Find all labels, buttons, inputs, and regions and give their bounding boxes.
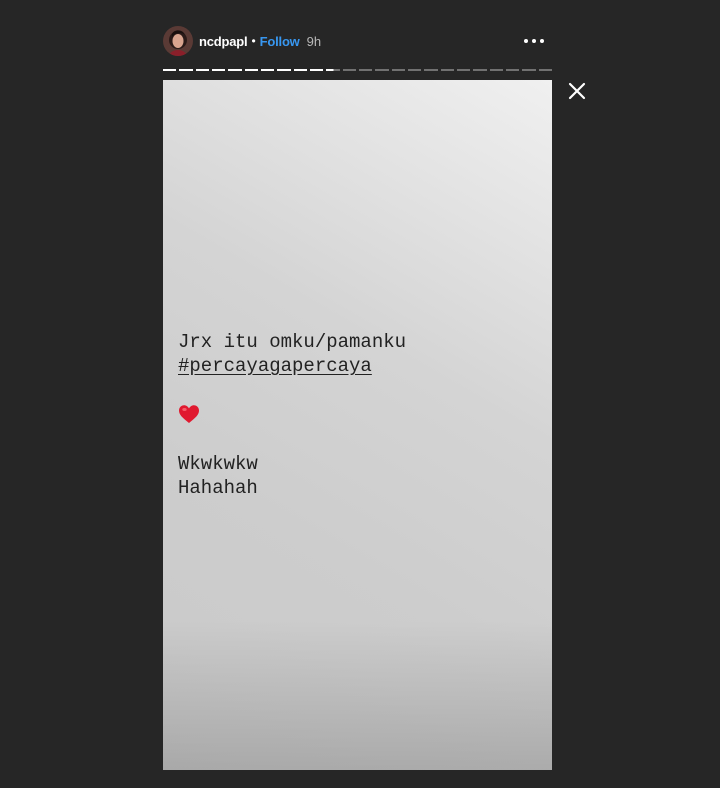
progress-segment [163,69,177,71]
progress-segment [293,69,307,71]
progress-segment [326,69,340,71]
story-text-block: Jrx itu omku/pamanku #percayagapercaya W… [178,330,406,500]
progress-segment [309,69,324,71]
progress-segment [228,69,242,71]
progress-segment [277,69,291,71]
separator-dot: • [251,34,256,48]
progress-segment [179,69,193,71]
follow-button[interactable]: Follow [260,34,300,49]
progress-segment [456,69,471,71]
avatar[interactable] [163,26,193,56]
story-text-line: Jrx itu omku/pamanku [178,331,407,353]
progress-segment [522,69,536,71]
progress-segment [407,69,422,71]
username[interactable]: ncdpapl [199,34,248,49]
story-hashtag[interactable]: #percayagapercaya [178,354,406,378]
story-content[interactable]: Jrx itu omku/pamanku #percayagapercaya W… [163,80,552,770]
more-options-icon[interactable] [522,32,546,50]
progress-segment [375,69,389,71]
progress-segment [538,69,552,71]
progress-segment [424,69,438,71]
progress-segment [244,69,258,71]
bottom-gradient [163,620,552,770]
progress-segment [342,69,356,71]
heart-emoji-icon [178,404,200,428]
progress-segment [195,69,209,71]
story-text-line: Wkwkwkw [178,453,258,475]
story-text-line: Hahahah [178,477,258,499]
progress-segment [473,69,487,71]
progress-segment [440,69,454,71]
close-icon[interactable] [566,80,588,102]
timestamp: 9h [306,33,322,49]
progress-segment [260,69,275,71]
progress-segment [358,69,373,71]
story-header: ncdpapl • Follow 9h [163,26,552,56]
story-progress-bar [163,69,552,72]
progress-segment [505,69,520,71]
story-viewer: ncdpapl • Follow 9h Jrx itu omku/pamanku… [0,0,720,788]
progress-segment [211,69,226,71]
progress-segment [489,69,503,71]
progress-segment [391,69,405,71]
